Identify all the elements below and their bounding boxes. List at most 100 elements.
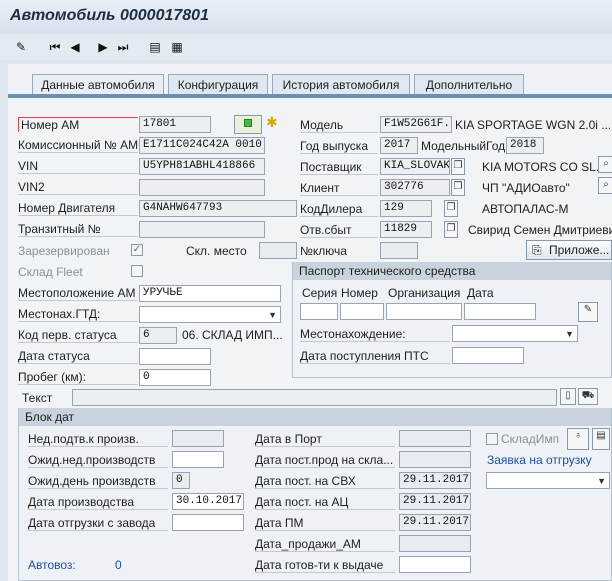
tab-configuration[interactable]: Конфигурация	[168, 74, 268, 95]
date-right-0-field[interactable]	[399, 430, 471, 447]
passport-org-field[interactable]	[386, 303, 462, 320]
model-field[interactable]: F1W52G61F...	[380, 116, 452, 133]
search-icon[interactable]: ⌕	[598, 156, 612, 173]
edit-icon[interactable]: ✎	[12, 38, 30, 56]
text-field[interactable]	[72, 389, 557, 406]
first-icon[interactable]: ⏮	[46, 38, 64, 56]
date-left-4-field[interactable]	[172, 514, 244, 531]
skl-mesto-label: Скл. место	[186, 244, 247, 258]
dealer-label: КодДилера	[300, 202, 378, 217]
status-date-field[interactable]	[139, 348, 211, 365]
year-label: Год выпуска	[300, 139, 378, 154]
attachments-button-label: Приложе...	[549, 243, 610, 257]
tab-additional[interactable]: Дополнительно	[414, 74, 524, 95]
document-icon[interactable]: ▯	[560, 388, 576, 405]
skl-mesto-field[interactable]	[259, 242, 297, 259]
kom-label: Комиссионный № АМ	[18, 138, 139, 153]
search-icon[interactable]: ⌕	[598, 177, 612, 194]
title-bar: Автомобиль 0000017801	[0, 0, 612, 34]
passport-number-field[interactable]	[340, 303, 384, 320]
last-icon[interactable]: ⏭	[114, 38, 132, 56]
supplier-text: KIA MOTORS CO SL...	[482, 160, 606, 174]
supplier-field[interactable]: KIA_SLOVAK	[380, 158, 450, 175]
pencil-icon[interactable]: ✎	[578, 302, 598, 322]
mileage-label: Пробег (км):	[18, 370, 138, 385]
location-field[interactable]: УРУЧЬЕ	[139, 285, 281, 302]
first-status-field[interactable]: 6	[139, 327, 177, 344]
date-left-0-field[interactable]	[172, 430, 224, 447]
date-left-3-field[interactable]: 30.10.2017	[172, 493, 244, 510]
sklad-imp-checkbox[interactable]	[486, 433, 498, 445]
copy-icon[interactable]: ❐	[451, 158, 465, 175]
text-label: Текст	[22, 391, 53, 405]
avtovoz-label[interactable]: Автовоз:	[28, 558, 76, 572]
kom-field[interactable]: E1711C024C42A 0010	[139, 137, 265, 154]
date-left-1-field[interactable]	[172, 451, 224, 468]
lightbulb-icon[interactable]: ✱	[266, 114, 278, 131]
first-status-label: Код перв. статуса	[18, 328, 138, 343]
lock-icon[interactable]: ♁	[567, 428, 589, 450]
client-text: ЧП "АДИОавто"	[482, 181, 570, 195]
shipment-request-dropdown[interactable]: ▼	[486, 472, 610, 489]
table-icon[interactable]: ▦	[168, 38, 186, 56]
model-year-field[interactable]: 2018	[506, 137, 544, 154]
passport-location-label: Местонахождение:	[300, 327, 450, 342]
attachments-button[interactable]: ⎘ Приложе...	[526, 240, 612, 260]
mestonah-gtd-dropdown[interactable]: ▼	[139, 306, 281, 323]
date-left-0-label: Нед.подтв.к произв.	[28, 432, 168, 447]
vin2-label: VIN2	[18, 180, 138, 195]
tab-vehicle-data[interactable]: Данные автомобиля	[32, 74, 164, 95]
vin-label: VIN	[18, 159, 138, 174]
mileage-field[interactable]: 0	[139, 369, 211, 386]
copy-icon[interactable]: ❐	[444, 200, 458, 217]
date-left-2-field[interactable]: 0	[172, 472, 190, 489]
date-right-3-field[interactable]: 29.11.2017	[399, 493, 471, 510]
copy-icon[interactable]: ❐	[444, 221, 458, 238]
date-right-1-field[interactable]	[399, 451, 471, 468]
engine-field[interactable]: G4NAHW647793	[139, 200, 297, 217]
vin-field[interactable]: U5YPH81ABHL418866	[139, 158, 265, 175]
chevron-down-icon: ▼	[268, 310, 277, 320]
sklad-fleet-label: Склад Fleet	[18, 265, 83, 279]
chevron-down-icon: ▼	[565, 329, 574, 339]
nomer-am-field[interactable]: 17801	[139, 116, 211, 133]
model-text: KIA SPORTAGE WGN 2.0i ...	[455, 118, 610, 132]
vin2-field[interactable]	[139, 179, 265, 196]
date-right-5-field[interactable]	[399, 535, 471, 552]
dealer-field[interactable]: 129	[380, 200, 432, 217]
prev-icon[interactable]: ◀	[66, 38, 84, 56]
date-left-3-label: Дата производства	[28, 495, 168, 510]
date-right-4-field[interactable]: 29.11.2017	[399, 514, 471, 531]
key-field[interactable]	[380, 242, 418, 259]
date-right-6-label: Дата готов-ти к выдаче	[255, 558, 395, 573]
shipment-request-link[interactable]: Заявка на отгрузку	[487, 453, 592, 467]
year-field[interactable]: 2017	[380, 137, 418, 154]
passport-date-field[interactable]	[464, 303, 536, 320]
next-icon[interactable]: ▶	[94, 38, 112, 56]
passport-title: Паспорт технического средства	[293, 262, 611, 280]
passport-location-dropdown[interactable]: ▼	[452, 325, 578, 342]
engine-label: Номер Двигателя	[18, 201, 138, 216]
resp-field[interactable]: 11829	[380, 221, 432, 238]
car-icon[interactable]: ⛟	[578, 388, 598, 405]
passport-arrival-field[interactable]	[452, 347, 524, 364]
doc-icon[interactable]: ▤	[146, 38, 164, 56]
calendar-icon[interactable]: ▤	[592, 428, 610, 450]
date-right-6-field[interactable]	[399, 556, 471, 573]
client-field[interactable]: 302776	[380, 179, 450, 196]
nomer-am-label: Номер АМ	[18, 117, 138, 132]
passport-series-field[interactable]	[300, 303, 338, 320]
avtovoz-value: 0	[115, 558, 122, 572]
sklad-fleet-checkbox[interactable]	[131, 265, 143, 277]
tab-history[interactable]: История автомобиля	[272, 74, 410, 95]
date-left-2-label: Ожид.день произвдств	[28, 474, 168, 489]
attachment-icon: ⎘	[532, 243, 542, 257]
reserved-checkbox[interactable]: ✓	[131, 244, 143, 256]
status-green-icon[interactable]	[234, 115, 262, 134]
copy-icon[interactable]: ❐	[451, 179, 465, 196]
date-right-2-field[interactable]: 29.11.2017	[399, 472, 471, 489]
key-label: №ключа	[300, 244, 347, 258]
date-right-3-label: Дата пост. на АЦ	[255, 495, 395, 510]
transit-field[interactable]	[139, 221, 265, 238]
date-left-4-label: Дата отгрузки с завода	[28, 516, 168, 531]
